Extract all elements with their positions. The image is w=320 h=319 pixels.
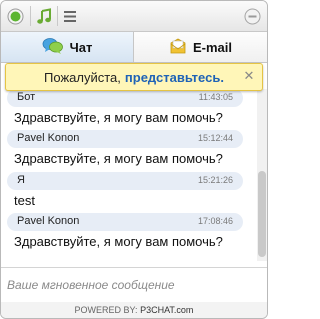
message-author: Я	[17, 174, 25, 186]
powered-by-footer: POWERED BY: P3CHAT.com	[1, 302, 267, 318]
chat-widget: Чат E-mail Пожалуйста, представьтесь. ✕ …	[0, 0, 268, 319]
message-author: Бот	[17, 91, 36, 103]
message-time: 17:08:46	[197, 216, 233, 226]
tab-email-label: E-mail	[192, 39, 232, 55]
notice-text: Пожалуйста,	[44, 69, 121, 85]
chat-bubbles-icon	[42, 37, 64, 58]
message-author: Pavel Konon	[17, 132, 80, 144]
tab-email[interactable]: E-mail	[134, 32, 267, 62]
message-input[interactable]	[1, 268, 267, 302]
toolbar-divider	[30, 6, 31, 26]
introduce-notice: Пожалуйста, представьтесь. ✕	[5, 63, 263, 91]
message-time: 11:43:05	[198, 92, 233, 102]
message-list: Бот 11:43:05 Здравствуйте, я могу вам по…	[1, 89, 257, 261]
message-input-area	[1, 267, 267, 303]
sound-icon[interactable]	[36, 8, 53, 25]
status-online-icon[interactable]	[7, 8, 24, 25]
introduce-link[interactable]: представьтесь.	[125, 70, 224, 85]
message-time: 15:21:26	[197, 175, 233, 185]
message-header: Pavel Konon 15:12:44	[7, 130, 243, 148]
message-header: Я 15:21:26	[7, 172, 243, 190]
scrollbar-thumb[interactable]	[258, 171, 266, 257]
minimize-icon[interactable]	[244, 8, 261, 25]
message-header: Pavel Konon 17:08:46	[7, 213, 243, 231]
message-text: Здравствуйте, я могу вам помочь?	[14, 234, 223, 249]
message-author: Pavel Konon	[17, 215, 80, 227]
message-text: Здравствуйте, я могу вам помочь?	[14, 151, 223, 166]
tab-chat[interactable]: Чат	[1, 32, 134, 62]
powered-by-label: POWERED BY:	[74, 305, 138, 315]
brand-link[interactable]: P3CHAT.com	[140, 305, 193, 315]
email-icon	[169, 37, 187, 58]
toolbar	[1, 1, 267, 32]
menu-icon[interactable]	[62, 8, 79, 25]
close-icon[interactable]: ✕	[243, 69, 255, 82]
tab-chat-label: Чат	[69, 39, 93, 55]
message-time: 15:12:44	[197, 133, 233, 143]
toolbar-divider	[57, 6, 58, 26]
message-text: Здравствуйте, я могу вам помочь?	[14, 110, 223, 125]
message-text: test	[14, 193, 35, 208]
tab-bar: Чат E-mail	[1, 32, 267, 63]
message-header: Бот 11:43:05	[7, 89, 243, 107]
